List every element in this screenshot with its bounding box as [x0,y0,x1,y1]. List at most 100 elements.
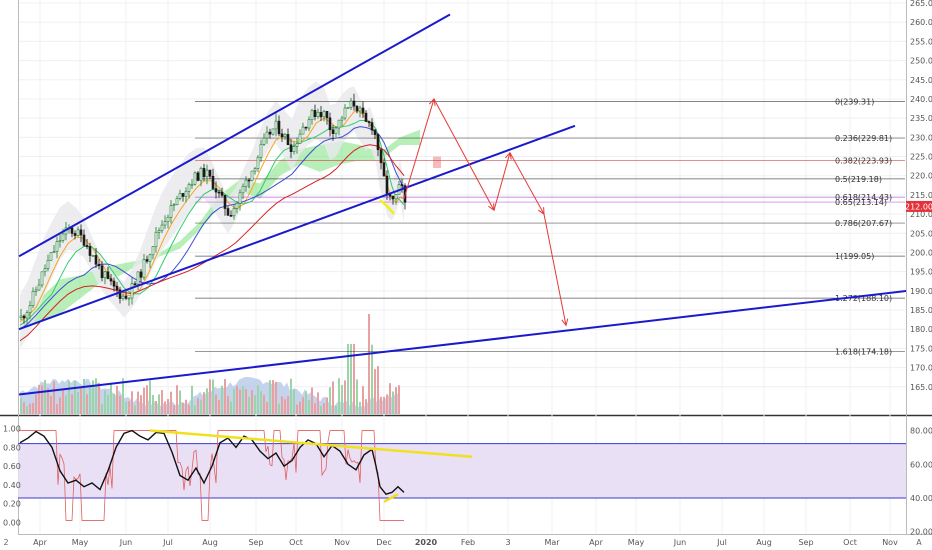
candle-body [238,192,242,204]
volume-bar [20,397,22,414]
candle-body [325,110,329,119]
candle-body [154,231,158,248]
volume-bar [296,404,298,414]
candle-body [163,221,167,226]
time-tick: Aug [202,538,218,547]
time-tick: Mar [544,538,560,547]
price-tick: 175.00 [910,344,932,353]
oscillator-right-tick: 80.00 [910,427,932,436]
volume-bar [359,401,361,414]
candle-body [331,129,335,134]
candle-body [55,241,59,252]
volume-bar [305,391,307,414]
candle-body [97,263,101,267]
candle-body [22,315,26,319]
candle-body [190,183,194,186]
candle-body [313,110,317,117]
volume-bar [125,401,127,414]
oscillator-left-tick: 0.60 [3,462,21,471]
time-tick: Apr [33,538,48,547]
candle-body [235,203,239,209]
volume-bar [41,385,43,414]
volume-bar [164,401,166,414]
price-tick: 235.00 [910,114,932,123]
candle-body [112,280,116,287]
candle-body [217,191,221,194]
candle-body [211,175,215,189]
candle-body [100,265,104,279]
volume-bar [26,405,28,414]
candle-body [127,297,131,300]
price-tick: 165.00 [910,383,932,392]
volume-bar [236,386,238,414]
corner-right-label: A [916,538,922,547]
volume-bar [218,400,220,414]
candle-body [148,254,152,262]
volume-bar [182,403,184,414]
candle-body [244,179,248,187]
candle-body [91,255,95,257]
candle-body [172,204,176,206]
time-axis[interactable]: Apr May Jun Jul Aug Sep Oct Nov Dec 2020 Feb 3 Mar Ap… [33,538,898,547]
volume-bar [56,404,58,414]
candle-body [367,121,371,123]
candle-body [142,259,146,278]
candle-body [304,126,308,129]
price-tick: 215.00 [910,191,932,200]
volume-bar [107,395,109,414]
candle-body [307,119,311,129]
volume-bar [176,385,178,414]
volume-bar [374,369,376,414]
volume-bar [233,388,235,414]
volume-bar [113,393,115,414]
time-tick: 3 [505,538,510,547]
time-tick: Jul [716,538,727,547]
time-tick: Nov [882,538,898,547]
corner-left-label: 2 [3,538,8,547]
volume-bar [383,396,385,414]
candle-body [145,259,149,262]
candle-body [394,194,398,200]
volume-bar [371,344,373,414]
candle-body [103,271,107,279]
volume-bar [314,403,316,414]
volume-bar [395,387,397,414]
volume-bar [350,344,352,414]
candle-body [43,268,47,273]
chart-canvas[interactable]: 0(239.31) 0.236(229.81) 0.382(223.93) 0.5(2… [0,0,932,550]
candle-body [151,246,155,256]
volume-bar [161,390,163,414]
candle-body [220,191,224,196]
volume-bar [311,387,313,414]
candle-body [214,188,218,193]
fib-label: 1.618(174.18) [835,348,892,357]
candle-body [76,229,80,236]
candle-body [232,208,236,217]
candle-body [376,134,380,151]
candle-body [85,245,89,247]
candle-body [295,143,299,147]
candle-body [358,107,362,112]
candle-body [361,107,365,114]
volume-bar [131,391,133,414]
candle-body [271,128,275,135]
candle-body [121,295,125,299]
volume-bar [326,397,328,414]
volume-bar [44,379,46,414]
candle-body [61,233,65,241]
volume-bar [344,380,346,414]
volume-bar [29,403,31,414]
volume-bar [50,395,52,414]
oscillator-right-tick: 20.00 [910,528,932,537]
candle-body [88,246,92,256]
oscillator-right-tick: 60.00 [910,460,932,469]
candle-body [130,283,134,299]
price-axis[interactable]: 265.00 260.00 255.00 250.00 245.00 240.00 235.… [910,0,932,392]
candle-body [19,315,23,319]
volume-bar [398,385,400,414]
volume-bar [191,385,193,414]
candle-body [70,227,74,234]
fib-label: 0.382(223.93) [835,157,892,166]
time-tick: Jun [119,538,133,547]
volume-bar [74,380,76,414]
